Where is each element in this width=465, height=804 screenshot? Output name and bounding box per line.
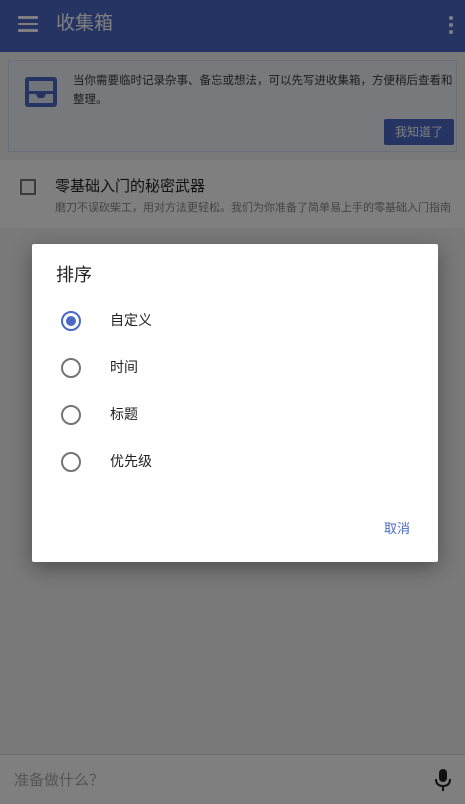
sort-option-label: 时间 [110,360,138,376]
sort-option-time[interactable]: 时间 [32,346,438,390]
sort-option-priority[interactable]: 优先级 [32,440,438,484]
sort-option-label: 自定义 [110,313,152,329]
dialog-title: 排序 [56,265,92,286]
sort-option-label: 优先级 [110,454,152,470]
sort-option-label: 标题 [110,407,138,423]
sort-dialog: 排序 自定义 时间 标题 优先级 取消 [32,244,438,562]
cancel-button[interactable]: 取消 [384,520,410,540]
radio-selected-icon[interactable] [61,311,81,331]
radio-unselected-icon[interactable] [61,358,81,378]
radio-unselected-icon[interactable] [61,405,81,425]
sort-option-title[interactable]: 标题 [32,393,438,437]
radio-unselected-icon[interactable] [61,452,81,472]
sort-option-custom[interactable]: 自定义 [32,299,438,343]
